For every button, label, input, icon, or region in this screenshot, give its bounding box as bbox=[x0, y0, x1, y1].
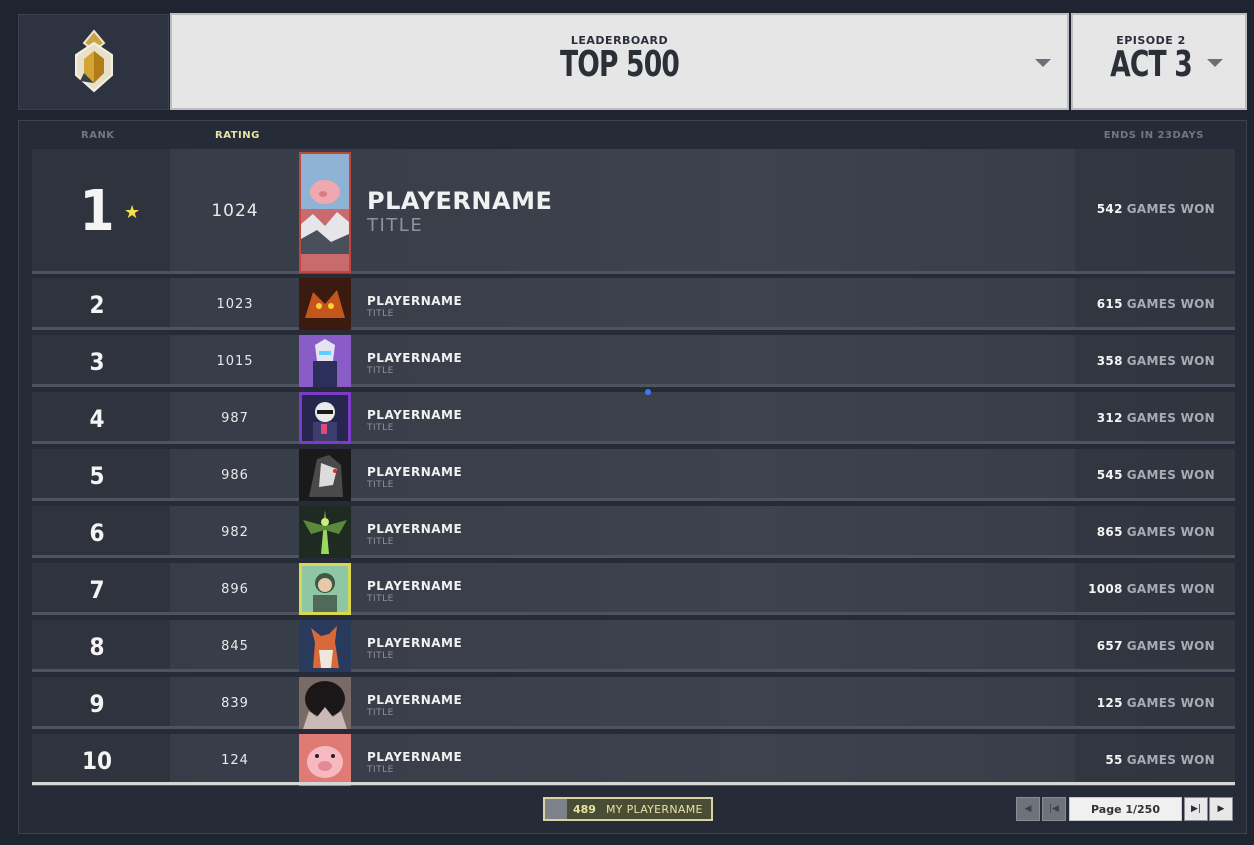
player-title: TITLE bbox=[367, 215, 424, 236]
first-page-icon: |◀ bbox=[1049, 804, 1059, 814]
leaderboard-row-1[interactable]: 1 ★ 1024 PLAYERNAME TITLE 542 GAMES WON bbox=[32, 149, 1235, 274]
leaderboard-row-4[interactable]: 4 987 PLAYERNAME TITLE 312 GAMES WON bbox=[32, 392, 1235, 444]
games-won: 657 GAMES WON bbox=[1096, 639, 1215, 653]
act-select[interactable]: EPISODE 2 ACT 3 bbox=[1071, 13, 1247, 110]
games-won: 615 GAMES WON bbox=[1096, 297, 1215, 311]
rating-value: 987 bbox=[221, 411, 249, 426]
player-name: PLAYERNAME bbox=[367, 636, 463, 650]
rank-number: 1 bbox=[79, 179, 115, 244]
games-won: 312 GAMES WON bbox=[1096, 411, 1215, 425]
player-title: TITLE bbox=[367, 366, 394, 376]
act-value: ACT 3 bbox=[1110, 44, 1193, 85]
rating-column-header: RATING bbox=[215, 130, 260, 141]
cursor-indicator bbox=[645, 389, 651, 395]
rating-value: 845 bbox=[221, 639, 249, 654]
player-name: PLAYERNAME bbox=[367, 408, 463, 422]
player-name: PLAYERNAME bbox=[367, 465, 463, 479]
pig-card-art bbox=[301, 154, 349, 271]
games-won: 865 GAMES WON bbox=[1096, 525, 1215, 539]
player-name: PLAYERNAME bbox=[367, 579, 463, 593]
rank-number: 2 bbox=[89, 291, 105, 319]
rating-value: 124 bbox=[221, 753, 249, 768]
player-card-avatar bbox=[299, 152, 351, 273]
player-name: PLAYERNAME bbox=[367, 294, 463, 308]
player-title: TITLE bbox=[367, 309, 394, 319]
rank-number: 5 bbox=[89, 462, 105, 490]
player-card-avatar bbox=[299, 278, 351, 330]
rating-value: 896 bbox=[221, 582, 249, 597]
season-ends-label: ENDS IN 23DAYS bbox=[1103, 130, 1204, 141]
caret-right-icon: ▶ bbox=[1217, 804, 1225, 814]
leaderboard-value: TOP 500 bbox=[559, 44, 680, 85]
leaderboard-row-5[interactable]: 5 986 PLAYERNAME TITLE 545 GAMES WON bbox=[32, 449, 1235, 501]
leaderboard-panel: RANK RATING ENDS IN 23DAYS 1 ★ 1024 PLAY… bbox=[18, 120, 1247, 834]
leaderboard-row-10[interactable]: 10 124 PLAYERNAME TITLE 55 GAMES WON bbox=[32, 734, 1235, 786]
prev-page-button[interactable]: ◀ bbox=[1016, 797, 1040, 821]
player-title: TITLE bbox=[367, 594, 394, 604]
rank-logo bbox=[18, 14, 169, 110]
player-card-avatar bbox=[299, 620, 351, 672]
rating-value: 986 bbox=[221, 468, 249, 483]
player-title: TITLE bbox=[367, 423, 394, 433]
next-page-button[interactable]: ▶ bbox=[1209, 797, 1233, 821]
leaderboard-select[interactable]: LEADERBOARD TOP 500 bbox=[170, 13, 1069, 110]
leaderboard-row-7[interactable]: 7 896 PLAYERNAME TITLE 1008 GAMES WON bbox=[32, 563, 1235, 615]
rank-number: 4 bbox=[89, 405, 105, 433]
rating-value: 1024 bbox=[211, 201, 259, 221]
player-name: PLAYERNAME bbox=[367, 351, 463, 365]
rank-number: 7 bbox=[89, 576, 105, 604]
radiant-rank-icon bbox=[74, 29, 113, 93]
player-title: TITLE bbox=[367, 537, 394, 547]
rank-number: 9 bbox=[89, 690, 105, 718]
caret-left-icon: ◀ bbox=[1024, 804, 1032, 814]
page-indicator: Page 1/250 bbox=[1069, 797, 1182, 821]
rank-number: 10 bbox=[81, 747, 113, 775]
player-card-avatar bbox=[299, 506, 351, 558]
player-title: TITLE bbox=[367, 708, 394, 718]
chevron-down-icon bbox=[1207, 59, 1223, 67]
rating-value: 982 bbox=[221, 525, 249, 540]
rank-column-header: RANK bbox=[81, 130, 115, 141]
player-card-avatar bbox=[299, 392, 351, 444]
pagination: ◀ |◀ Page 1/250 ▶| ▶ bbox=[19, 797, 1248, 821]
rank-number: 6 bbox=[89, 519, 105, 547]
rank-number: 3 bbox=[89, 348, 105, 376]
player-card-avatar bbox=[299, 677, 351, 729]
player-card-avatar bbox=[299, 449, 351, 501]
leaderboard-list: 1 ★ 1024 PLAYERNAME TITLE 542 GAMES WON 2… bbox=[32, 149, 1235, 791]
leaderboard-row-2[interactable]: 2 1023 PLAYERNAME TITLE 615 GAMES WON bbox=[32, 278, 1235, 330]
player-title: TITLE bbox=[367, 480, 394, 490]
last-page-button[interactable]: ▶| bbox=[1184, 797, 1208, 821]
games-won: 125 GAMES WON bbox=[1096, 696, 1215, 710]
player-card-avatar bbox=[299, 335, 351, 387]
leaderboard-row-8[interactable]: 8 845 PLAYERNAME TITLE 657 GAMES WON bbox=[32, 620, 1235, 672]
player-name: PLAYERNAME bbox=[367, 522, 463, 536]
star-icon: ★ bbox=[124, 202, 141, 223]
games-won: 358 GAMES WON bbox=[1096, 354, 1215, 368]
games-won: 545 GAMES WON bbox=[1096, 468, 1215, 482]
player-card-avatar bbox=[299, 734, 351, 786]
rating-value: 839 bbox=[221, 696, 249, 711]
leaderboard-row-9[interactable]: 9 839 PLAYERNAME TITLE 125 GAMES WON bbox=[32, 677, 1235, 729]
games-won: 1008 GAMES WON bbox=[1088, 582, 1215, 596]
player-card-avatar bbox=[299, 563, 351, 615]
first-page-button[interactable]: |◀ bbox=[1042, 797, 1066, 821]
rating-value: 1015 bbox=[216, 354, 254, 369]
leaderboard-row-6[interactable]: 6 982 PLAYERNAME TITLE 865 GAMES WON bbox=[32, 506, 1235, 558]
last-page-icon: ▶| bbox=[1191, 804, 1201, 814]
player-name: PLAYERNAME bbox=[367, 187, 553, 215]
games-won: 542 GAMES WON bbox=[1096, 202, 1215, 216]
chevron-down-icon bbox=[1035, 59, 1051, 67]
player-title: TITLE bbox=[367, 651, 394, 661]
player-title: TITLE bbox=[367, 765, 394, 775]
player-name: PLAYERNAME bbox=[367, 693, 463, 707]
leaderboard-row-3[interactable]: 3 1015 PLAYERNAME TITLE 358 GAMES WON bbox=[32, 335, 1235, 387]
rank-number: 8 bbox=[89, 633, 105, 661]
rating-value: 1023 bbox=[216, 297, 254, 312]
list-divider bbox=[32, 782, 1235, 785]
player-name: PLAYERNAME bbox=[367, 750, 463, 764]
games-won: 55 GAMES WON bbox=[1105, 753, 1215, 767]
